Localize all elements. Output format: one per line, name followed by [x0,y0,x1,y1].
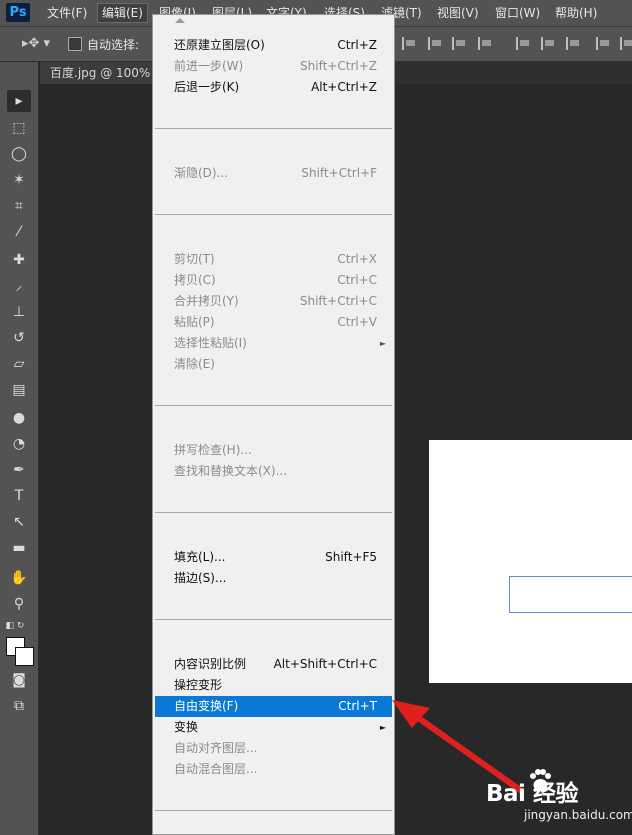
toolbox: ▸ ⬚ ◯ ✶ ⌗ ⁄ ✚ ⸝ ⊥ ↺ ▱ ▤ ● ◔ ✒ T ↖ ▬ ✋ ⚲ … [0,62,39,835]
menu-separator [155,512,392,513]
default-colors-icon[interactable]: ◧ ↻ [3,615,27,637]
blur-tool-icon[interactable]: ● [7,407,31,429]
menu-item-cut[interactable]: 剪切(T) Ctrl+X [155,249,392,270]
zoom-tool-icon[interactable]: ⚲ [7,593,31,615]
menu-item-copy[interactable]: 拷贝(C) Ctrl+C [155,270,392,291]
menu-item-copy-merged[interactable]: 合并拷贝(Y) Shift+Ctrl+C [155,291,392,312]
menu-item-free-transform[interactable]: 自由变换(F) Ctrl+T [155,696,392,717]
path-selection-icon[interactable]: ↖ [7,511,31,533]
eyedropper-icon[interactable]: ⁄ [7,221,31,243]
menu-separator [155,619,392,620]
move-tool-preset-icon[interactable]: ▸✥ ▾ [22,36,56,52]
hand-tool-icon[interactable]: ✋ [7,567,31,589]
align-right-icon[interactable] [452,37,466,50]
menu-item-content-aware-scale[interactable]: 内容识别比例 Alt+Shift+Ctrl+C [155,654,392,675]
menu-separator [155,128,392,129]
menu-help[interactable]: 帮助(H) [551,4,601,22]
menu-item-undo[interactable]: 还原建立图层(O) Ctrl+Z [155,35,392,56]
watermark-url: jingyan.baidu.com [524,808,632,822]
canvas-document[interactable] [429,440,632,683]
submenu-arrow-icon: ► [379,723,386,732]
background-color-swatch[interactable] [15,647,34,666]
menu-item-step-backward[interactable]: 后退一步(K) Alt+Ctrl+Z [155,77,392,98]
move-tool-icon[interactable]: ▸ [7,90,31,112]
menu-item-auto-blend-layers[interactable]: 自动混合图层... [155,759,392,780]
menu-item-step-forward[interactable]: 前进一步(W) Shift+Ctrl+Z [155,56,392,77]
menu-item-fade[interactable]: 渐隐(D)... Shift+Ctrl+F [155,163,392,184]
dodge-tool-icon[interactable]: ◔ [7,433,31,455]
menu-item-clear[interactable]: 清除(E) [155,354,392,375]
menu-item-auto-align-layers[interactable]: 自动对齐图层... [155,738,392,759]
align-hcenter-icon[interactable] [428,37,442,50]
menu-item-transform[interactable]: 变换 ► [155,717,392,738]
type-tool-icon[interactable]: T [7,485,31,507]
photoshop-logo: Ps [6,3,30,22]
menu-item-paste[interactable]: 粘贴(P) Ctrl+V [155,312,392,333]
align-top-icon[interactable] [478,37,492,50]
menu-separator [155,810,392,811]
crop-tool-icon[interactable]: ⌗ [7,195,31,217]
history-brush-icon[interactable]: ↺ [7,327,31,349]
distribute-hcenter-icon[interactable] [620,37,632,50]
menu-window[interactable]: 窗口(W) [491,4,544,22]
menu-item-spell-check[interactable]: 拼写检查(H)... [155,440,392,461]
menu-file[interactable]: 文件(F) [43,4,91,22]
marquee-tool-icon[interactable]: ⬚ [7,117,31,139]
menu-item-find-replace[interactable]: 查找和替换文本(X)... [155,461,392,482]
clone-stamp-icon[interactable]: ⊥ [7,301,31,323]
watermark-brand: Bai 经验 [486,781,578,807]
auto-select-label: 自动选择: [87,38,140,52]
auto-select-checkbox[interactable] [68,37,82,51]
menu-edit[interactable]: 编辑(E) [97,3,148,23]
edit-menu-dropdown: 还原建立图层(O) Ctrl+Z 前进一步(W) Shift+Ctrl+Z 后退一步… [152,14,395,835]
menu-item-stroke[interactable]: 描边(S)... [155,568,392,589]
baidu-jingyan-watermark: Bai 经验 jingyan.baidu.com [484,768,632,832]
distribute-bottom-icon[interactable] [566,37,580,50]
distribute-vcenter-icon[interactable] [541,37,555,50]
lasso-tool-icon[interactable]: ◯ [7,143,31,165]
distribute-top-icon[interactable] [516,37,530,50]
canvas-text-box[interactable] [509,576,632,613]
menu-item-puppet-warp[interactable]: 操控变形 [155,675,392,696]
submenu-arrow-icon: ► [379,339,386,348]
screen-mode-icon[interactable]: ⧉ [7,695,31,717]
menu-view[interactable]: 视图(V) [433,4,483,22]
pen-tool-icon[interactable]: ✒ [7,459,31,481]
menu-item-fill[interactable]: 填充(L)... Shift+F5 [155,547,392,568]
brush-tool-icon[interactable]: ⸝ [7,275,31,297]
gradient-tool-icon[interactable]: ▤ [7,379,31,401]
document-tab[interactable]: 百度.jpg @ 100% ( [40,62,160,84]
menu-item-paste-special[interactable]: 选择性粘贴(I) ► [155,333,392,354]
menu-separator [155,214,392,215]
distribute-left-icon[interactable] [596,37,610,50]
align-left-icon[interactable] [402,37,416,50]
shape-tool-icon[interactable]: ▬ [7,537,31,559]
healing-brush-icon[interactable]: ✚ [7,249,31,271]
scroll-up-arrow-icon[interactable] [175,18,185,23]
magic-wand-icon[interactable]: ✶ [7,169,31,191]
quick-mask-icon[interactable]: ◙ [7,669,31,691]
eraser-icon[interactable]: ▱ [7,353,31,375]
menu-separator [155,405,392,406]
